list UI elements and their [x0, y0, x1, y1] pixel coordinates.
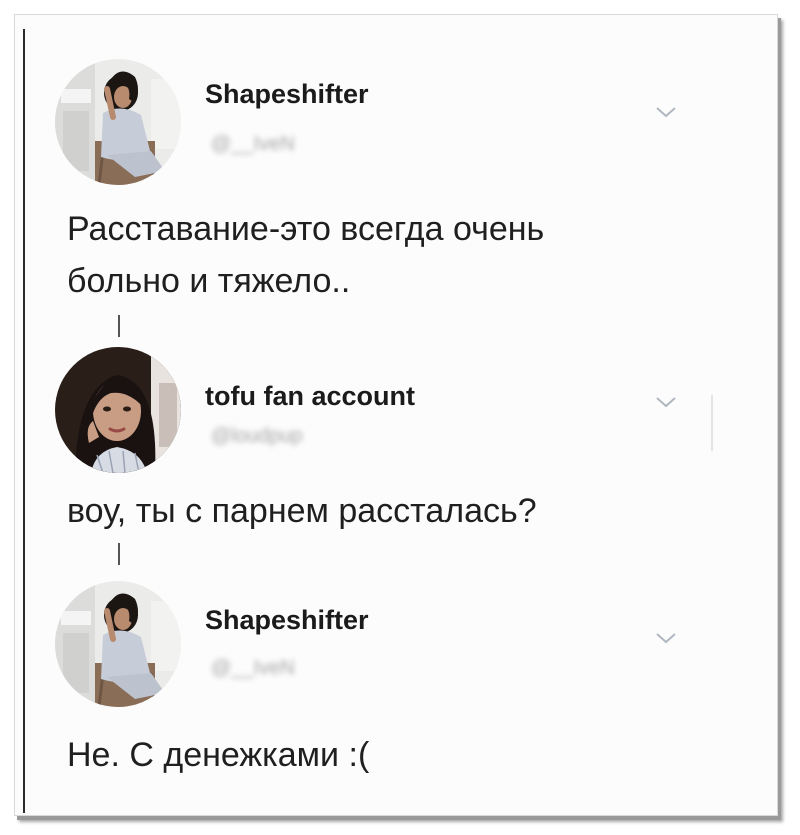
avatar[interactable] — [55, 347, 181, 473]
thread-connector — [118, 543, 120, 565]
tweet-text: Не. С денежками :( — [67, 729, 369, 781]
tweet-text-line: воу, ты с парнем рассталась? — [67, 492, 537, 530]
chevron-down-icon[interactable] — [655, 105, 677, 119]
display-name[interactable]: Shapeshifter — [205, 605, 369, 636]
screenshot-frame: Shapeshifter @__IveN Расставание-это все… — [14, 14, 778, 816]
display-name[interactable]: Shapeshifter — [205, 79, 369, 110]
handle[interactable]: @loudpup — [211, 425, 302, 448]
tweet-text-line: больно и тяжело.. — [67, 262, 351, 300]
avatar-girl-chair-icon — [55, 59, 181, 185]
tweet-text-line: Расставание-это всегда очень — [67, 210, 545, 248]
avatar[interactable] — [55, 59, 181, 185]
avatar-girl-chair-icon — [55, 581, 181, 707]
frame-edge-line — [23, 29, 25, 813]
chevron-down-icon[interactable] — [655, 395, 677, 409]
chevron-down-icon[interactable] — [655, 631, 677, 645]
thread-connector — [118, 315, 120, 337]
display-name[interactable]: tofu fan account — [205, 381, 415, 412]
avatar[interactable] — [55, 581, 181, 707]
handle[interactable]: @__IveN — [211, 657, 295, 680]
avatar-girl-portrait-icon — [55, 347, 181, 473]
tweet-text: воу, ты с парнем рассталась? — [67, 485, 537, 537]
divider-mark — [711, 395, 713, 451]
tweet-text-line: Не. С денежками :( — [67, 736, 370, 774]
handle[interactable]: @__IveN — [211, 133, 295, 156]
tweet-text: Расставание-это всегда очень больно и тя… — [67, 203, 544, 307]
